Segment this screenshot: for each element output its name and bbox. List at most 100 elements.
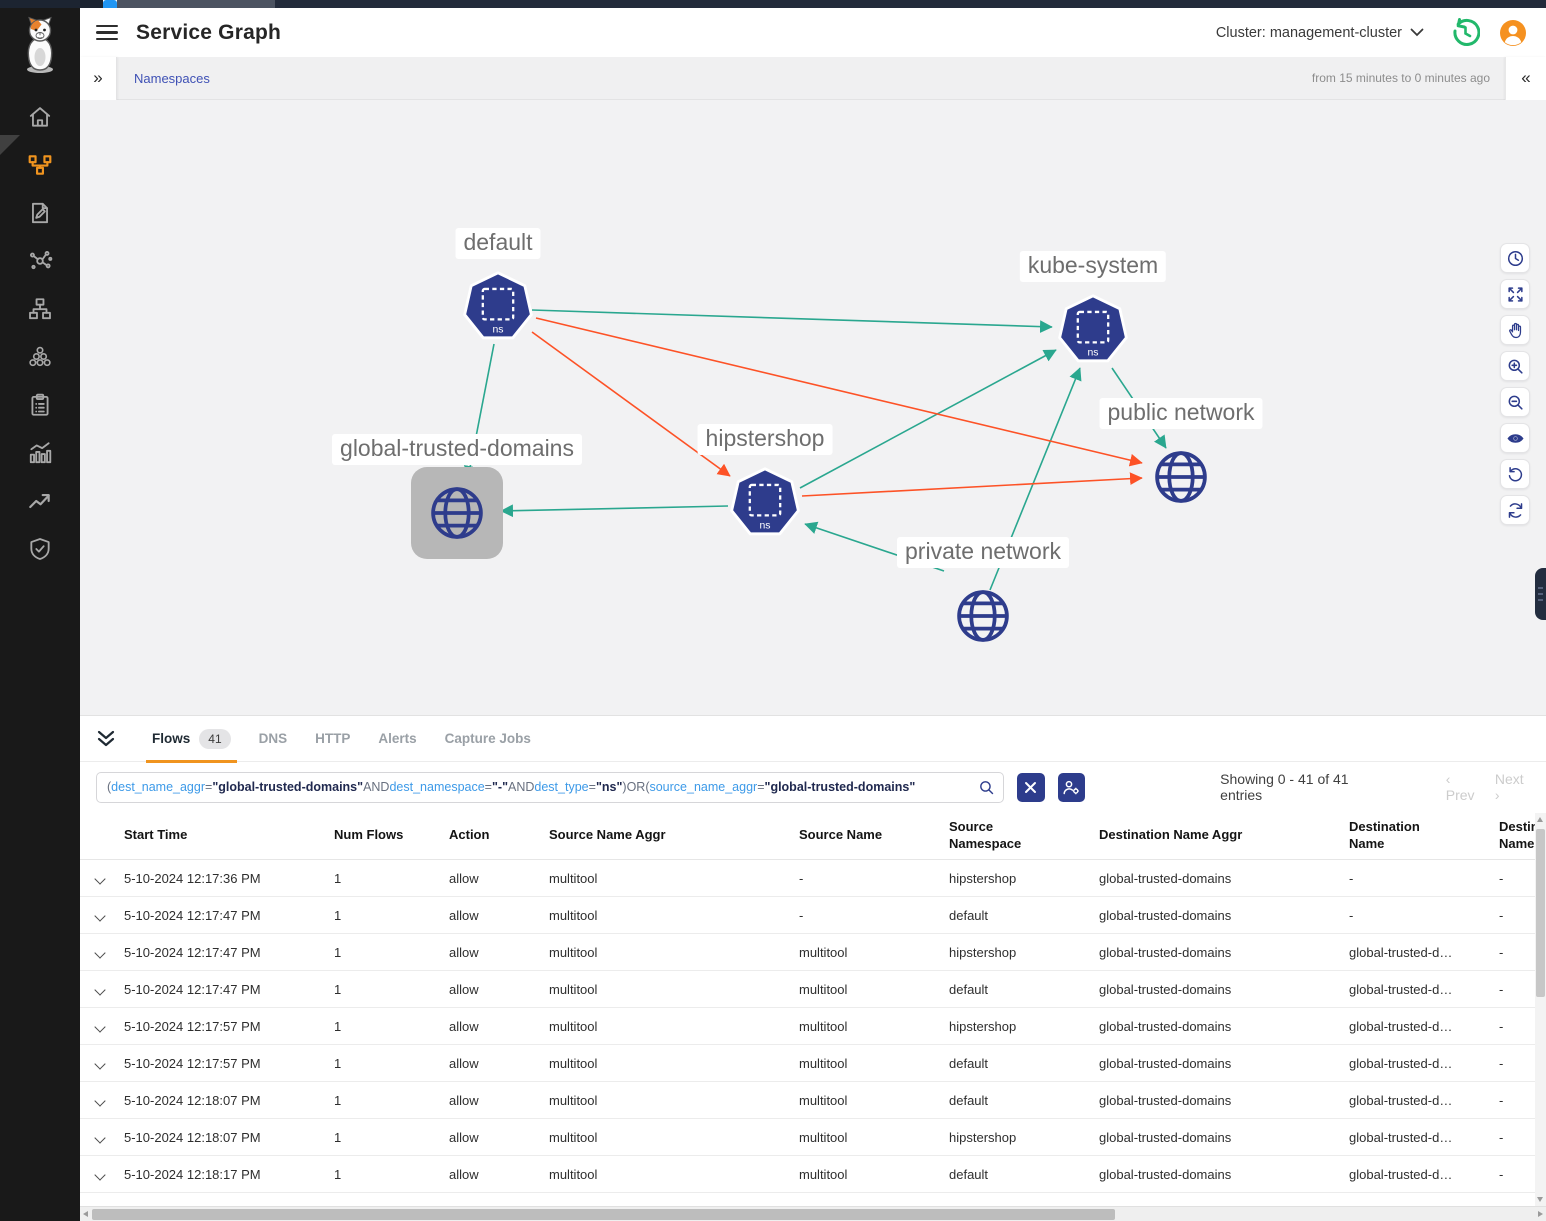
tab-alerts[interactable]: Alerts [364,716,430,762]
table-cell: global-trusted-domains [1099,908,1349,923]
pan-hand-icon [1506,321,1525,340]
table-cell: allow [449,1093,549,1108]
zoom-in-icon [1506,357,1525,376]
filter-token: "global-trusted-domains" [212,780,363,794]
tab-flows[interactable]: Flows41 [138,716,245,762]
undo-button[interactable] [1500,459,1530,489]
next-button[interactable]: Next › [1495,771,1530,803]
table-row[interactable]: 5-10-2024 12:17:47 PM1allowmultitoolmult… [80,934,1546,971]
column-header-num-flows[interactable]: Num Flows [334,827,449,843]
bottom-panel: Flows41DNSHTTPAlertsCapture Jobs (dest_n… [80,715,1546,1221]
row-expander-chevron-icon[interactable] [94,1169,105,1180]
table-row[interactable]: 5-10-2024 12:17:57 PM1allowmultitoolmult… [80,1008,1546,1045]
row-expander-chevron-icon[interactable] [94,984,105,995]
zoom-in-button[interactable] [1500,351,1530,381]
vertical-scrollbar[interactable] [1535,813,1546,1206]
expand-panel-button[interactable]: » [80,57,117,100]
pan-hand-button[interactable] [1500,315,1530,345]
edge-default-to-public-network[interactable] [536,318,1142,463]
sidebar-item-statistics[interactable] [0,429,80,477]
table-row[interactable]: 5-10-2024 12:17:36 PM1allowmultitool-hip… [80,860,1546,897]
edge-default-to-kube-system[interactable] [532,310,1052,327]
filter-token: = [205,780,212,794]
zoom-out-button[interactable] [1500,387,1530,417]
menu-icon[interactable] [96,25,118,41]
column-header-source-name-aggr[interactable]: Source Name Aggr [549,827,799,843]
table-row[interactable]: 5-10-2024 12:17:47 PM1allowmultitoolmult… [80,971,1546,1008]
table-row[interactable]: 5-10-2024 12:18:07 PM1allowmultitoolmult… [80,1082,1546,1119]
clock-icon [1506,249,1525,268]
tab-dns[interactable]: DNS [245,716,302,762]
row-expander-chevron-icon[interactable] [94,1058,105,1069]
edge-hipstershop-to-global-trusted-domains[interactable] [501,506,728,511]
sidebar-item-home[interactable] [0,93,80,141]
row-expander-chevron-icon[interactable] [94,910,105,921]
prev-button[interactable]: ‹ Prev [1446,771,1481,803]
column-header-action[interactable]: Action [449,827,549,843]
row-expander-chevron-icon[interactable] [94,1021,105,1032]
tab-capture-jobs[interactable]: Capture Jobs [431,716,545,762]
user-avatar-icon[interactable] [1498,18,1528,48]
sidebar-item-policies[interactable] [0,189,80,237]
column-header-start-time[interactable]: Start Time [124,827,334,843]
eye-button[interactable] [1500,423,1530,453]
sidebar-item-shield[interactable] [0,525,80,573]
graph-node-default[interactable]: ns [458,267,538,347]
history-icon[interactable] [1450,18,1480,48]
graph-node-hipstershop[interactable]: ns [725,463,805,543]
column-header-destination-name[interactable]: Destination Name [1349,819,1499,852]
table-row[interactable]: 5-10-2024 12:18:17 PM1allowmultitoolmult… [80,1156,1546,1193]
breadcrumb[interactable]: Namespaces [134,71,210,86]
vertical-scrollbar-thumb[interactable] [1536,829,1545,997]
row-expander-chevron-icon[interactable] [94,1132,105,1143]
column-header-source-namespace[interactable]: Source Namespace [949,819,1099,852]
expand-button[interactable] [1500,279,1530,309]
compliance-icon [27,392,53,418]
table-cell: global-trusted-d… [1349,1019,1499,1034]
calico-cat-logo[interactable] [17,16,63,79]
sidebar-item-service-graph[interactable] [0,141,80,189]
sidebar-item-trending[interactable] [0,477,80,525]
double-chevron-down-icon[interactable] [96,730,116,748]
right-panel-handle[interactable] [1535,568,1546,620]
table-cell: global-trusted-d… [1349,1093,1499,1108]
app-header: Service Graph Cluster: management-cluste… [80,8,1546,57]
sidebar-item-network[interactable] [0,285,80,333]
sidebar-item-compliance[interactable] [0,381,80,429]
filter-query-input[interactable]: (dest_name_aggr = "global-trusted-domain… [96,772,1004,803]
table-cell: 5-10-2024 12:17:36 PM [124,871,334,886]
horizontal-scrollbar-thumb[interactable] [92,1209,1115,1220]
clear-filter-button[interactable] [1017,773,1045,802]
table-row[interactable]: 5-10-2024 12:18:07 PM1allowmultitoolmult… [80,1119,1546,1156]
edge-hipstershop-to-kube-system[interactable] [800,350,1056,488]
filter-settings-button[interactable] [1058,773,1086,802]
refresh-button[interactable] [1500,495,1530,525]
row-expander-chevron-icon[interactable] [94,1095,105,1106]
table-cell: allow [449,871,549,886]
collapse-right-button[interactable]: « [1505,57,1546,100]
sidebar-item-clusters[interactable] [0,333,80,381]
sidebar-item-endpoints[interactable] [0,237,80,285]
table-row[interactable]: 5-10-2024 12:17:47 PM1allowmultitool-def… [80,897,1546,934]
column-header-source-name[interactable]: Source Name [799,827,949,843]
table-row[interactable]: 5-10-2024 12:17:57 PM1allowmultitoolmult… [80,1045,1546,1082]
graph-node-public-network[interactable] [1141,437,1221,517]
cluster-selector[interactable]: Cluster: management-cluster [1216,25,1424,41]
graph-node-private-network[interactable] [943,576,1023,656]
graph-node-kube-system[interactable]: ns [1053,290,1133,370]
row-expander-chevron-icon[interactable] [94,947,105,958]
table-cell: 5-10-2024 12:17:47 PM [124,982,334,997]
service-graph-canvas[interactable]: nsdefaultnskube-systemglobal-trusted-dom… [80,100,1546,715]
table-cell: 5-10-2024 12:17:57 PM [124,1056,334,1071]
column-header-destination-name-aggr[interactable]: Destination Name Aggr [1099,827,1349,843]
table-cell: default [949,1167,1099,1182]
table-body: 5-10-2024 12:17:36 PM1allowmultitool-hip… [80,860,1546,1193]
table-cell: - [799,908,949,923]
clock-button[interactable] [1500,243,1530,273]
table-cell: hipstershop [949,1019,1099,1034]
graph-node-global-trusted-domains[interactable] [411,467,503,559]
tab-http[interactable]: HTTP [301,716,364,762]
row-expander-chevron-icon[interactable] [94,873,105,884]
horizontal-scrollbar[interactable] [80,1206,1546,1221]
edge-hipstershop-to-public-network[interactable] [802,478,1142,496]
